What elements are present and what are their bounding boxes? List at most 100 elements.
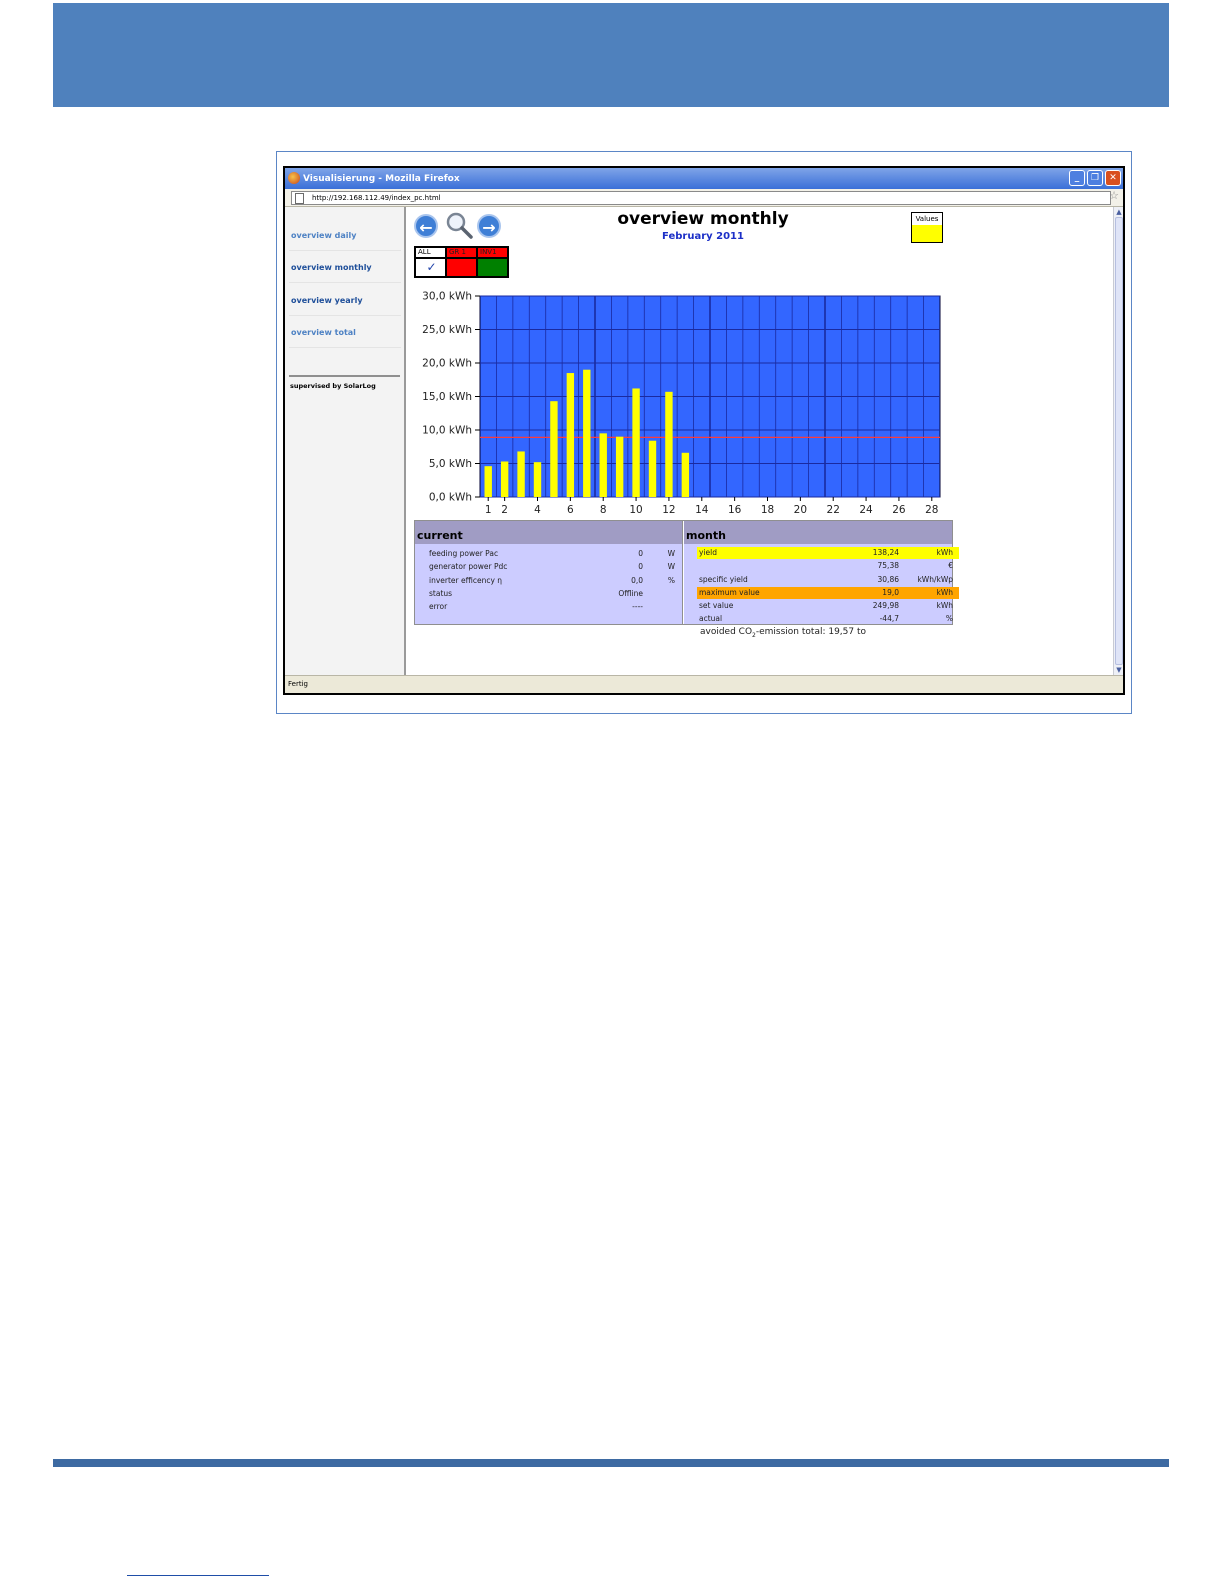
chart-bar [533, 462, 542, 497]
row-value: -44,7 [879, 614, 899, 623]
close-button[interactable]: ✕ [1105, 170, 1121, 186]
sidebar-item-overview-monthly[interactable]: overview monthly [289, 253, 401, 283]
selector-inverter-1[interactable]: INV1 [477, 247, 508, 258]
x-tick-label: 8 [600, 504, 607, 516]
selector-group-1-status[interactable] [446, 258, 477, 277]
row-label: specific yield [699, 575, 748, 584]
row-value: 19,0 [882, 588, 899, 597]
device-selector: ALL GR 1 INV1 ✓ [414, 246, 509, 278]
co2-prefix: avoided CO [700, 627, 753, 637]
current-row: feeding power Pac 0 W [415, 548, 683, 560]
monthly-bar-chart: 0,0 kWh 5,0 kWh 10,0 kWh 15,0 kWh 20,0 kWh 25… [422, 291, 941, 516]
current-row: inverter efficency η 0,0% [415, 575, 683, 587]
row-value: ---- [632, 602, 643, 611]
x-tick-label: 26 [892, 504, 906, 516]
zoom-magnifier-icon[interactable] [445, 211, 473, 239]
month-row-set-value: set value 249,98 kWh [697, 600, 959, 612]
row-unit: kWh [936, 601, 953, 610]
chart-bar [484, 466, 492, 497]
previous-month-arrow-icon[interactable]: ← [414, 214, 438, 238]
chart-bar [517, 451, 525, 497]
month-row-yield: yield 138,24 kWh [697, 547, 959, 559]
row-label: maximum value [699, 588, 760, 597]
bookmark-star-icon[interactable]: ☆ [1109, 189, 1119, 202]
current-row: generator power Pdc 0 W [415, 561, 683, 573]
row-label: error [429, 602, 448, 611]
chart-bar [550, 401, 558, 497]
current-row: status Offline [415, 588, 683, 600]
x-tick-label: 24 [859, 504, 873, 516]
month-row-specific-yield: specific yield 30,86 kWh/kWp [697, 574, 959, 586]
scrollbar-thumb[interactable] [1115, 217, 1123, 665]
row-unit: % [945, 614, 953, 623]
x-tick-label: 20 [794, 504, 807, 516]
scroll-down-icon[interactable]: ▼ [1114, 665, 1123, 675]
window-titlebar: Visualisierung - Mozilla Firefox _ ❐ ✕ [285, 168, 1123, 189]
y-tick-label: 0,0 kWh [429, 492, 472, 504]
row-value: 249,98 [872, 601, 899, 610]
row-label: yield [699, 548, 717, 557]
document-footer-band [53, 1459, 1169, 1467]
row-unit: kWh [936, 588, 953, 597]
address-bar: http://192.168.112.49/index_pc.html ☆ [285, 189, 1123, 207]
selector-all[interactable]: ALL [415, 247, 446, 258]
row-unit: W [667, 549, 675, 558]
values-legend[interactable]: Values [911, 212, 943, 243]
month-row-revenue: 75,38 € [697, 560, 959, 572]
month-row-maximum-value: maximum value 19,0 kWh [697, 587, 959, 599]
selector-inverter-1-status[interactable] [477, 258, 508, 277]
row-label: feeding power Pac [429, 549, 499, 558]
document-footer-link [127, 1575, 269, 1576]
chart-bar [615, 436, 624, 497]
vertical-scrollbar[interactable]: ▲ ▼ [1113, 207, 1123, 675]
values-legend-label: Values [915, 215, 939, 223]
row-unit: kWh [936, 548, 953, 557]
row-value: 75,38 [877, 561, 899, 570]
row-value: 30,86 [877, 575, 899, 584]
row-value: 138,24 [872, 548, 899, 557]
y-tick-label: 30,0 kWh [422, 291, 472, 303]
y-tick-label: 25,0 kWh [422, 324, 472, 336]
x-tick-label: 6 [567, 504, 574, 516]
next-month-arrow-icon[interactable]: → [477, 214, 501, 238]
row-value: 0 [638, 549, 643, 558]
chart-subtitle: February 2011 [662, 231, 744, 242]
y-tick-label: 20,0 kWh [422, 358, 472, 370]
url-input[interactable]: http://192.168.112.49/index_pc.html [291, 191, 1111, 205]
info-panels: current feeding power Pac 0 W generator po… [414, 520, 959, 625]
y-tick-label: 5,0 kWh [429, 458, 472, 470]
chart-bar [566, 373, 575, 497]
restore-button[interactable]: ❐ [1087, 170, 1103, 186]
current-row: error ---- [415, 601, 683, 613]
co2-avoided-total: avoided CO2-emission total: 19,57 to [700, 627, 866, 639]
sidebar-item-overview-daily[interactable]: overview daily [289, 221, 401, 251]
sidebar-item-overview-yearly[interactable]: overview yearly [289, 286, 401, 316]
x-tick-label: 10 [629, 504, 642, 516]
chart-bar [632, 388, 640, 497]
sidebar-item-overview-total[interactable]: overview total [289, 318, 401, 348]
values-legend-swatch [912, 225, 942, 242]
x-tick-label: 4 [534, 504, 541, 516]
x-tick-label: 18 [761, 504, 774, 516]
y-tick-label: 15,0 kWh [422, 391, 472, 403]
scroll-up-icon[interactable]: ▲ [1114, 207, 1123, 217]
row-label: generator power Pdc [429, 562, 508, 571]
x-tick-label: 12 [662, 504, 675, 516]
row-label: status [429, 589, 453, 598]
chart-bar [665, 391, 673, 497]
sidebar: overview daily overview monthly overview… [285, 207, 406, 675]
page-icon [295, 193, 304, 204]
selector-check-icon[interactable]: ✓ [415, 258, 446, 277]
current-panel: current feeding power Pac 0 W generator po… [415, 521, 683, 624]
row-unit: W [667, 562, 675, 571]
status-bar: Fertig [285, 675, 1123, 693]
minimize-button[interactable]: _ [1069, 170, 1085, 186]
chart-bar [681, 452, 690, 497]
row-value: 0,0 [631, 576, 643, 585]
chart-title: overview monthly [617, 209, 789, 229]
current-panel-title: current [415, 521, 682, 544]
selector-group-1[interactable]: GR 1 [446, 247, 477, 258]
browser-window: Visualisierung - Mozilla Firefox _ ❐ ✕ h… [283, 166, 1125, 695]
row-value: Offline [618, 589, 643, 598]
chart-bar [599, 433, 607, 497]
